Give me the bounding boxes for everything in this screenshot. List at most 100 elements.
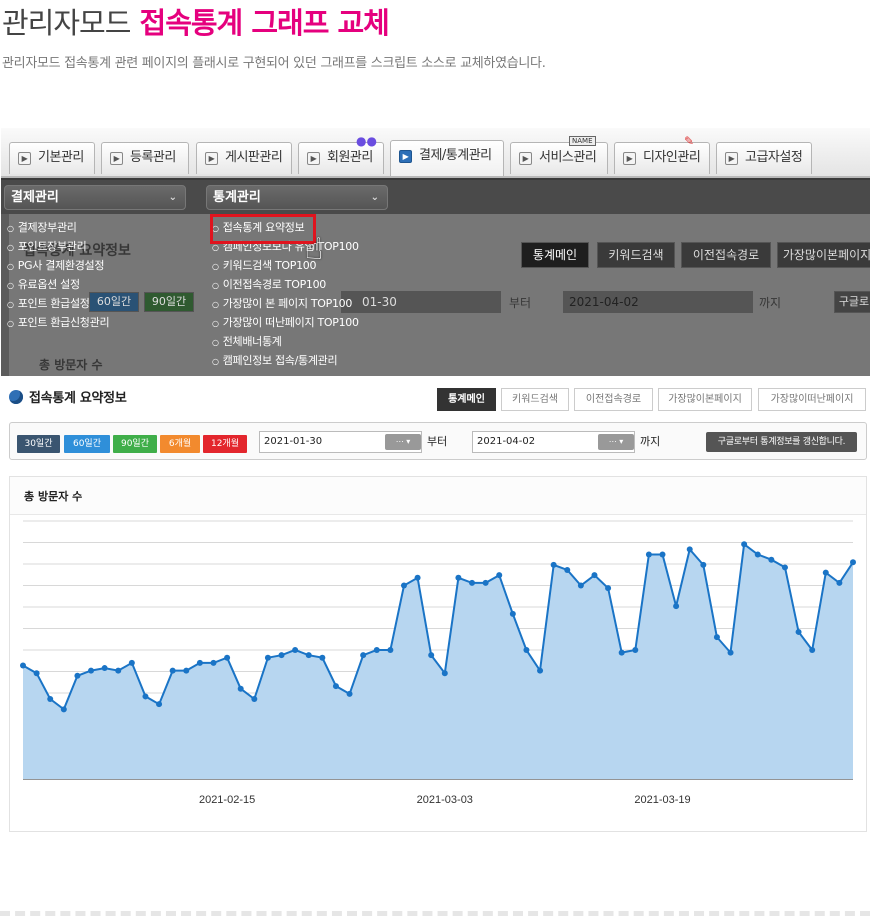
chevron-down-icon: ⌄ — [370, 192, 379, 203]
period-60-button[interactable]: 60일간 — [64, 435, 110, 453]
tab-most-exited[interactable]: 가장많이떠난페이지 — [758, 388, 866, 411]
data-point — [768, 556, 775, 563]
data-point — [47, 696, 54, 703]
stats-menu-item[interactable]: 캠페인정보 접속/통계관리 — [206, 351, 426, 370]
ghost-tab-main: 통계메인 — [521, 242, 589, 268]
period-30-button[interactable]: 30일간 — [17, 435, 60, 453]
tab-service[interactable]: ▶ 서비스관리 — [510, 142, 608, 174]
data-point — [101, 665, 108, 672]
data-point — [128, 659, 135, 666]
data-point — [60, 706, 67, 713]
admin-menu-bar: 결제관리 ⌄ 통계관리 ⌄ — [1, 180, 870, 214]
data-point — [196, 659, 203, 666]
payment-menu: 결제장부관리 포인트장부관리 PG사 결제환경설정 유료옵션 설정 포인트 환급… — [1, 218, 201, 332]
tab-label: 서비스관리 — [539, 150, 597, 165]
data-point — [659, 551, 666, 558]
ghost-total-text: 총 방문자 수 — [39, 358, 103, 372]
payment-menu-item[interactable]: 결제장부관리 — [1, 218, 201, 237]
tab-keyword-search[interactable]: 키워드검색 — [501, 388, 569, 411]
refresh-stats-button[interactable]: 구글로부터 통계정보를 갱신합니다. — [706, 432, 857, 452]
from-label: 부터 — [427, 435, 448, 448]
period-90-button[interactable]: 90일간 — [113, 435, 157, 453]
tab-label: 기본관리 — [38, 150, 84, 165]
tab-board[interactable]: ▶ 게시판관리 — [196, 142, 292, 174]
stats-menu-item[interactable]: 가장많이 떠난페이지 TOP100 — [206, 313, 426, 332]
data-point — [332, 683, 339, 690]
calendar-icon[interactable]: ⋯ ▾ — [385, 434, 421, 450]
data-point — [142, 693, 149, 700]
data-point — [360, 652, 367, 659]
payment-menu-item[interactable]: PG사 결제환경설정 — [1, 256, 201, 275]
data-point — [115, 667, 122, 674]
payment-menu-item[interactable]: 포인트장부관리 — [1, 237, 201, 256]
data-point — [264, 654, 271, 661]
bullet-icon — [9, 390, 23, 404]
tab-register[interactable]: ▶ 등록관리 — [101, 142, 189, 174]
date-to-value: 2021-04-02 — [477, 436, 536, 447]
title-prefix: 관리자모드 — [2, 6, 131, 40]
stats-page: 접속통계 요약정보 통계메인 키워드검색 이전접속경로 가장많이본페이지 가장많… — [0, 376, 870, 832]
data-point — [795, 628, 802, 635]
data-point — [346, 690, 353, 697]
data-point — [727, 649, 734, 656]
ghost-btn-label: 키워드검색 — [608, 248, 664, 262]
data-point — [278, 652, 285, 659]
to-label: 까지 — [640, 435, 661, 448]
data-point — [741, 541, 748, 548]
hand-pointer-icon: ☝ — [305, 232, 324, 267]
data-point — [400, 582, 407, 589]
period-12m-button[interactable]: 12개월 — [203, 435, 247, 453]
ghost-btn-label: 통계메인 — [532, 248, 578, 262]
tab-stats-main[interactable]: 통계메인 — [437, 388, 496, 411]
data-point — [237, 685, 244, 692]
ghost-tab-top-page: 가장많이본페이지 — [777, 242, 870, 268]
data-point — [754, 551, 761, 558]
tab-previous-referrer[interactable]: 이전접속경로 — [574, 388, 653, 411]
ghost-date-to: 2021-04-02 — [563, 291, 753, 313]
tab-basic[interactable]: ▶ 기본관리 — [9, 142, 95, 174]
stats-menu-item[interactable]: 가장많이 본 페이지 TOP100 — [206, 294, 426, 313]
data-point — [305, 652, 312, 659]
data-point — [781, 564, 788, 571]
arrow-right-icon: ▶ — [399, 150, 412, 163]
admin-screenshot: ▶ 기본관리 ▶ 등록관리 ▶ 게시판관리 ▶ 회원관리 ▶ 결제/통계관리 ▶ 서비스관리… — [1, 128, 870, 376]
stats-menu-item[interactable]: 이전접속경로 TOP100 — [206, 275, 426, 294]
data-point — [414, 574, 421, 581]
arrow-right-icon: ▶ — [110, 152, 123, 165]
dropdown-label: 통계관리 — [213, 190, 261, 205]
data-point — [156, 701, 163, 708]
data-point — [224, 654, 231, 661]
data-point — [700, 561, 707, 568]
data-point — [183, 667, 190, 674]
ghost-date-text: 2021-04-02 — [569, 295, 639, 309]
stats-menu-item[interactable]: 전체배너통계 — [206, 332, 426, 351]
date-to-input[interactable]: 2021-04-02 ⋯ ▾ — [472, 431, 635, 453]
stats-title-text: 접속통계 요약정보 — [29, 391, 127, 406]
data-point — [469, 579, 476, 586]
data-point — [482, 579, 489, 586]
ghost-from-text: 부터 — [509, 296, 532, 310]
payment-menu-item[interactable]: 포인트 환급신청관리 — [1, 313, 201, 332]
data-point — [20, 662, 26, 669]
payment-menu-item[interactable]: 유료옵션 설정 — [1, 275, 201, 294]
period-6m-button[interactable]: 6개월 — [160, 435, 200, 453]
x-tick-label: 2021-03-03 — [417, 794, 473, 806]
data-point — [822, 569, 829, 576]
tab-advanced[interactable]: ▶ 고급자설정 — [716, 142, 812, 174]
data-point — [169, 667, 176, 674]
stats-dropdown[interactable]: 통계관리 ⌄ — [206, 185, 388, 210]
ghost-google-text: 구글로 — [838, 295, 870, 308]
name-badge-icon: NAME — [569, 136, 596, 146]
data-point — [210, 659, 217, 666]
tab-design[interactable]: ▶ 디자인관리 — [614, 142, 710, 174]
tab-payment-stats[interactable]: ▶ 결제/통계관리 — [390, 140, 504, 176]
date-from-input[interactable]: 2021-01-30 ⋯ ▾ — [259, 431, 422, 453]
tab-label: 디자인관리 — [643, 150, 701, 165]
payment-menu-item[interactable]: 포인트 환급설정 — [1, 294, 201, 313]
tab-most-viewed[interactable]: 가장많이본페이지 — [658, 388, 752, 411]
data-point — [428, 652, 435, 659]
calendar-icon[interactable]: ⋯ ▾ — [598, 434, 634, 450]
payment-dropdown[interactable]: 결제관리 ⌄ — [4, 185, 186, 210]
chevron-down-icon: ⌄ — [168, 192, 177, 203]
chart-area — [23, 544, 853, 779]
